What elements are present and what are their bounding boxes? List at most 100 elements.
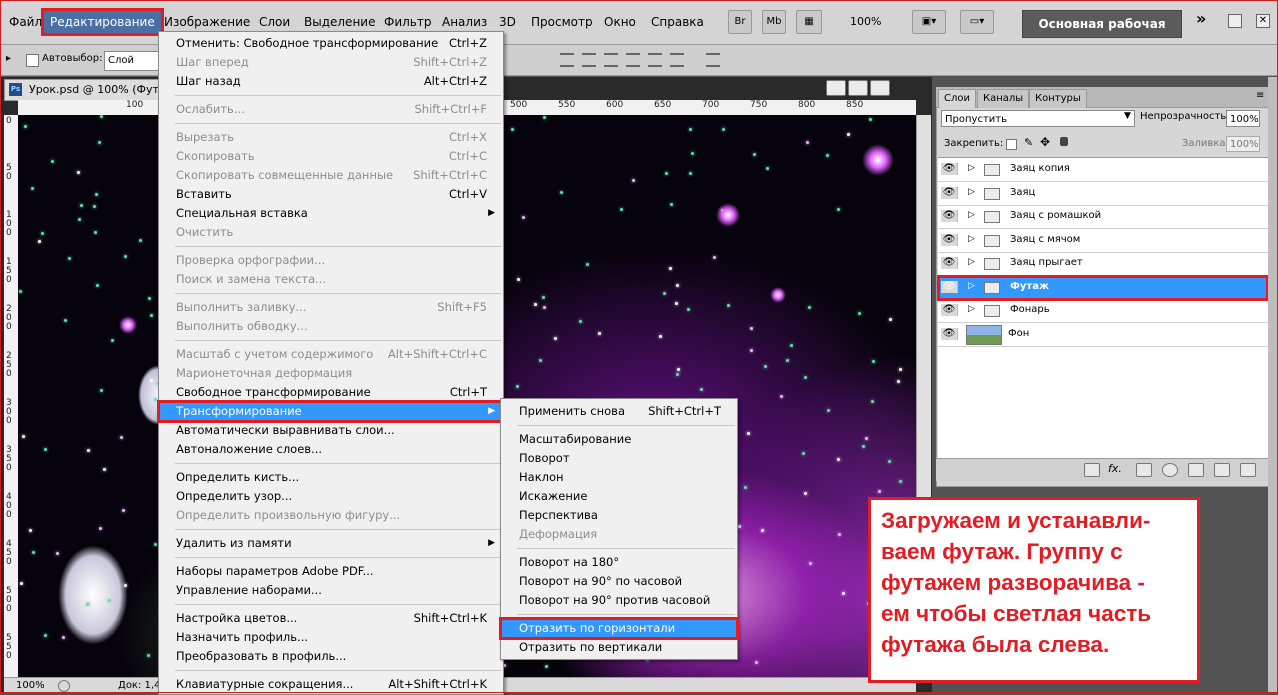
menu-help[interactable]: Справка <box>651 12 704 32</box>
status-zoom[interactable]: 100% <box>16 678 45 693</box>
layer-style-icon[interactable]: fx. <box>1108 462 1122 475</box>
align-vcenter-icon[interactable] <box>582 53 596 67</box>
transform-submenu-item[interactable]: Применить снова Shift+Ctrl+T <box>501 402 737 421</box>
menu-view[interactable]: Просмотр <box>531 12 593 32</box>
edit-menu-item[interactable]: Назначить профиль... <box>159 628 503 647</box>
add-mask-icon[interactable] <box>1136 463 1152 477</box>
doc-close-icon[interactable] <box>870 80 890 96</box>
transform-submenu-item[interactable]: Поворот на 90° по часовой <box>501 572 737 591</box>
layer-row[interactable]: 👁 ▷ Фонарь <box>938 299 1268 323</box>
more-workspaces-icon[interactable]: » <box>1196 9 1206 29</box>
edit-menu-item[interactable]: Определить узор... <box>159 487 503 506</box>
align-top-icon[interactable] <box>560 53 574 67</box>
trash-icon[interactable] <box>1240 463 1256 477</box>
status-info-icon[interactable] <box>58 680 70 692</box>
layer-row[interactable]: 👁 ▷ Футаж <box>937 274 1269 301</box>
eye-icon[interactable]: 👁 <box>941 233 958 246</box>
transform-submenu-item[interactable]: Наклон <box>501 468 737 487</box>
tab-paths[interactable]: Контуры <box>1029 89 1087 108</box>
edit-menu-item[interactable]: Вставить Ctrl+V <box>159 185 503 204</box>
edit-menu-item[interactable]: Преобразовать в профиль... <box>159 647 503 666</box>
fill-input[interactable]: 100% <box>1226 136 1260 152</box>
edit-menu-item[interactable]: Автоматически выравнивать слои... <box>159 421 503 440</box>
expand-triangle-icon[interactable]: ▷ <box>968 163 975 173</box>
auto-align-icon[interactable] <box>706 53 720 67</box>
tab-channels[interactable]: Каналы <box>977 89 1030 108</box>
align-left-icon[interactable] <box>626 53 640 67</box>
document-tab[interactable]: Ps Урок.psd @ 100% (Футаж <box>4 79 183 101</box>
layer-row[interactable]: 👁 ▷ Заяц прыгает <box>938 252 1268 276</box>
transform-submenu-item[interactable]: Масштабирование <box>501 430 737 449</box>
link-layers-icon[interactable] <box>1084 463 1100 477</box>
layer-row[interactable]: 👁 Фон <box>938 323 1268 347</box>
panel-menu-icon[interactable]: ≡ <box>1256 90 1264 101</box>
menu-filter[interactable]: Фильтр <box>384 12 431 32</box>
screen-mode-icon[interactable]: ▭▾ <box>960 10 994 34</box>
transform-submenu-item[interactable]: Отразить по вертикали <box>501 638 737 657</box>
edit-menu-item[interactable]: Отменить: Свободное трансформирование Ctr… <box>159 34 503 53</box>
edit-menu-item[interactable]: Свободное трансформирование Ctrl+T <box>159 383 503 402</box>
expand-triangle-icon[interactable]: ▷ <box>968 281 975 291</box>
transform-submenu-item[interactable]: Поворот <box>501 449 737 468</box>
opacity-input[interactable]: 100% <box>1226 110 1260 127</box>
align-bottom-icon[interactable] <box>604 53 618 67</box>
minimize-icon[interactable] <box>1228 14 1242 28</box>
transform-submenu-item[interactable]: Поворот на 180° <box>501 553 737 572</box>
eye-icon[interactable]: 👁 <box>941 304 958 316</box>
lock-image-icon[interactable]: ✎ <box>1024 136 1033 149</box>
edit-menu-item[interactable]: Шаг назад Alt+Ctrl+Z <box>159 72 503 91</box>
edit-menu-item[interactable]: Определить кисть... <box>159 468 503 487</box>
arrange-documents-icon[interactable]: ▣▾ <box>912 10 946 34</box>
layer-row[interactable]: 👁 ▷ Заяц копия <box>938 158 1268 182</box>
doc-maximize-icon[interactable] <box>848 80 868 96</box>
tab-layers[interactable]: Слои <box>938 89 976 108</box>
menu-file[interactable]: Файл <box>9 12 42 32</box>
edit-menu-item[interactable]: Управление наборами... <box>159 581 503 600</box>
autoselect-target-select[interactable]: Слой <box>104 51 163 71</box>
mini-bridge-button[interactable]: Mb <box>762 10 786 34</box>
lock-all-icon[interactable] <box>1060 137 1068 146</box>
menu-analysis[interactable]: Анализ <box>442 12 487 32</box>
workspace-button[interactable]: Основная рабочая среда <box>1022 10 1182 57</box>
expand-triangle-icon[interactable]: ▷ <box>968 304 975 314</box>
new-layer-icon[interactable] <box>1214 463 1230 477</box>
align-right-icon[interactable] <box>670 53 684 67</box>
new-group-icon[interactable] <box>1188 463 1204 477</box>
menu-select[interactable]: Выделение <box>304 12 375 32</box>
edit-menu-item[interactable]: Автоналожение слоев... <box>159 440 503 459</box>
menu-window[interactable]: Окно <box>604 12 636 32</box>
autoselect-checkbox[interactable] <box>26 54 39 67</box>
transform-submenu-item[interactable]: Перспектива <box>501 506 737 525</box>
menu-image[interactable]: Изображение <box>164 12 250 32</box>
adjustment-layer-icon[interactable] <box>1162 463 1178 477</box>
close-icon[interactable]: ✕ <box>1256 14 1270 28</box>
transform-menu-item[interactable]: Трансформирование ▶ <box>157 400 505 423</box>
menu-layers[interactable]: Слои <box>259 12 290 32</box>
layer-row[interactable]: 👁 ▷ Заяц с мячом <box>938 229 1268 253</box>
eye-icon[interactable]: 👁 <box>941 210 958 222</box>
eye-icon[interactable]: 👁 <box>941 257 958 269</box>
edit-menu-item[interactable]: Клавиатурные сокращения... Alt+Shift+Ctrl… <box>159 675 503 694</box>
doc-minimize-icon[interactable] <box>826 80 846 96</box>
menu-3d[interactable]: 3D <box>499 12 516 32</box>
grid-view-icon[interactable]: ▦ <box>796 10 822 34</box>
layer-row[interactable]: 👁 ▷ Заяц с ромашкой <box>938 205 1268 229</box>
layer-row[interactable]: 👁 ▷ Заяц <box>938 182 1268 206</box>
edit-menu-item[interactable]: Специальная вставка ▶ <box>159 204 503 223</box>
lock-transparent-icon[interactable] <box>1006 139 1017 150</box>
flip-horizontal-item[interactable]: Отразить по горизонтали <box>499 617 739 640</box>
align-hcenter-icon[interactable] <box>648 53 662 67</box>
expand-triangle-icon[interactable]: ▷ <box>968 187 975 197</box>
blend-mode-select[interactable]: Пропустить <box>941 110 1135 127</box>
eye-icon[interactable]: 👁 <box>941 186 958 199</box>
transform-submenu-item[interactable]: Искажение <box>501 487 737 506</box>
bridge-button[interactable]: Br <box>728 10 752 34</box>
edit-menu-item[interactable]: Удалить из памяти ▶ <box>159 534 503 553</box>
zoom-level[interactable]: 100% <box>850 12 881 32</box>
eye-icon[interactable]: 👁 <box>941 280 958 293</box>
tool-preset-icon[interactable]: ▸ <box>6 53 11 64</box>
eye-icon[interactable]: 👁 <box>941 163 958 175</box>
edit-menu-item[interactable]: Настройка цветов... Shift+Ctrl+K <box>159 609 503 628</box>
expand-triangle-icon[interactable]: ▷ <box>968 210 975 220</box>
expand-triangle-icon[interactable]: ▷ <box>968 234 975 244</box>
